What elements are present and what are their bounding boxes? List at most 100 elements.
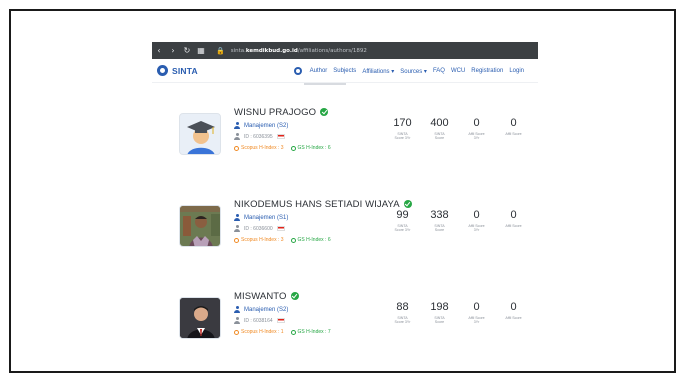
department-text: Manajemen (S2) <box>244 122 289 129</box>
scopus-icon <box>234 237 239 243</box>
scopus-icon <box>234 145 239 151</box>
stat-label: Affil Score <box>505 224 522 228</box>
author-list: WISNU PRAJOGO Manajemen (S2) ID : 603639… <box>152 83 538 348</box>
indonesia-flag-icon <box>276 226 285 231</box>
author-name[interactable]: WISNU PRAJOGO <box>234 107 329 118</box>
avatar-placeholder[interactable] <box>179 113 221 155</box>
stat-affil-score-3yr: 0 Affil Score 3Yr <box>458 117 495 141</box>
url-path: /affiliations/authors/1892 <box>297 47 367 54</box>
sinta-logo[interactable]: SINTA <box>157 65 198 76</box>
scopus-h-index-text: Scopus H-Index : 3 <box>241 237 284 243</box>
scopus-icon <box>234 329 239 335</box>
scopus-h-index: Scopus H-Index : 3 <box>234 145 284 151</box>
author-name[interactable]: MISWANTO <box>234 291 299 302</box>
person-photo-icon <box>180 206 220 246</box>
menu-affiliations[interactable]: Affiliations ▾ <box>362 68 394 75</box>
menu-subjects[interactable]: Subjects <box>333 68 356 74</box>
author-icon[interactable] <box>293 67 302 75</box>
author-photo[interactable] <box>179 205 221 247</box>
stat-value: 88 <box>396 301 409 313</box>
stat-label: Affil Score 3Yr <box>468 132 485 141</box>
gs-h-index-text: GS H-Index : 7 <box>297 329 331 335</box>
author-card: WISNU PRAJOGO Manajemen (S2) ID : 603639… <box>172 101 532 183</box>
department[interactable]: Manajemen (S2) <box>234 306 288 313</box>
stat-affil-score-3yr: 0 Affil Score 3Yr <box>458 209 495 233</box>
author-id: ID : 6036600 <box>234 225 285 232</box>
sinta-logo-icon <box>157 65 168 76</box>
author-card: MISWANTO Manajemen (S2) ID : 6038164 Sco… <box>172 285 532 348</box>
stat-value: 0 <box>510 209 517 221</box>
gs-h-index-text: GS H-Index : 6 <box>297 145 331 151</box>
menu-sources[interactable]: Sources ▾ <box>400 68 427 75</box>
divider <box>304 83 346 85</box>
stat-label: Affil Score <box>505 316 522 320</box>
id-icon <box>234 225 240 232</box>
author-photo[interactable] <box>179 297 221 339</box>
department[interactable]: Manajemen (S2) <box>234 122 288 129</box>
menu-wcu[interactable]: WCU <box>451 68 465 74</box>
menu-registration[interactable]: Registration <box>471 68 503 74</box>
stat-sinta-score: 400 SINTA Score <box>421 117 458 141</box>
department[interactable]: Manajemen (S1) <box>234 214 288 221</box>
menu-faq[interactable]: FAQ <box>433 68 445 74</box>
address-bar[interactable]: sinta.kemdikbud.go.id/affiliations/autho… <box>231 48 367 54</box>
browser-toolbar: ‹ › ↻ ▦ 🔒 sinta.kemdikbud.go.id/affiliat… <box>152 42 538 59</box>
scopus-h-index-text: Scopus H-Index : 3 <box>241 145 284 151</box>
h-index-row: Scopus H-Index : 3 GS H-Index : 6 <box>234 237 331 243</box>
author-card: NIKODEMUS HANS SETIADI WIJAYA Manajemen … <box>172 193 532 275</box>
verified-icon <box>320 108 329 116</box>
graduate-avatar-icon <box>180 114 220 154</box>
reload-icon[interactable]: ↻ <box>180 46 194 55</box>
stat-label: Affil Score <box>505 132 522 136</box>
stat-value: 338 <box>430 209 449 221</box>
tab-grid-icon[interactable]: ▦ <box>194 46 208 55</box>
stat-affil-score-3yr: 0 Affil Score 3Yr <box>458 301 495 325</box>
gs-icon <box>290 145 296 151</box>
stat-label: SINTA Score 3Yr <box>394 224 411 233</box>
person-icon <box>234 214 240 221</box>
stat-affil-score: 0 Affil Score <box>495 301 532 325</box>
stat-label: Affil Score 3Yr <box>468 316 485 325</box>
indonesia-flag-icon <box>276 318 285 323</box>
main-menu: Author Subjects Affiliations ▾ Sources ▾… <box>293 59 524 83</box>
forward-icon[interactable]: › <box>166 46 180 55</box>
stat-value: 170 <box>393 117 412 129</box>
stat-affil-score: 0 Affil Score <box>495 117 532 141</box>
person-photo-icon <box>180 298 220 338</box>
gs-icon <box>290 329 296 335</box>
stat-value: 400 <box>430 117 449 129</box>
person-icon <box>234 122 240 129</box>
menu-login[interactable]: Login <box>509 68 524 74</box>
site-header: SINTA Author Subjects Affiliations ▾ Sou… <box>152 59 538 83</box>
stat-value: 0 <box>510 117 517 129</box>
stat-value: 0 <box>473 301 480 313</box>
author-id: ID : 6036395 <box>234 133 285 140</box>
stat-label: Affil Score 3Yr <box>468 224 485 233</box>
author-name-text: NIKODEMUS HANS SETIADI WIJAYA <box>234 199 400 210</box>
stat-label: SINTA Score <box>434 316 445 325</box>
stat-sinta-score: 198 SINTA Score <box>421 301 458 325</box>
author-name-text: WISNU PRAJOGO <box>234 107 317 118</box>
stat-label: SINTA Score <box>434 224 445 233</box>
stat-value: 99 <box>396 209 409 221</box>
logo-text: SINTA <box>172 65 198 76</box>
author-id-text: ID : 6036600 <box>244 225 273 232</box>
menu-author[interactable]: Author <box>310 68 328 74</box>
h-index-row: Scopus H-Index : 1 GS H-Index : 7 <box>234 329 331 335</box>
stat-sinta-score-3yr: 99 SINTA Score 3Yr <box>384 209 421 233</box>
stat-value: 0 <box>473 117 480 129</box>
back-icon[interactable]: ‹ <box>152 46 166 55</box>
department-text: Manajemen (S1) <box>244 214 289 221</box>
lock-icon: 🔒 <box>216 46 225 55</box>
gs-h-index: GS H-Index : 7 <box>290 329 331 335</box>
indonesia-flag-icon <box>276 134 285 139</box>
author-name-text: MISWANTO <box>234 291 287 302</box>
url-domain: kemdikbud.go.id <box>245 47 298 54</box>
scopus-h-index: Scopus H-Index : 1 <box>234 329 284 335</box>
id-icon <box>234 317 240 324</box>
scopus-h-index: Scopus H-Index : 3 <box>234 237 284 243</box>
department-text: Manajemen (S2) <box>244 306 289 313</box>
stat-affil-score: 0 Affil Score <box>495 209 532 233</box>
gs-icon <box>290 237 296 243</box>
gs-h-index: GS H-Index : 6 <box>290 145 331 151</box>
